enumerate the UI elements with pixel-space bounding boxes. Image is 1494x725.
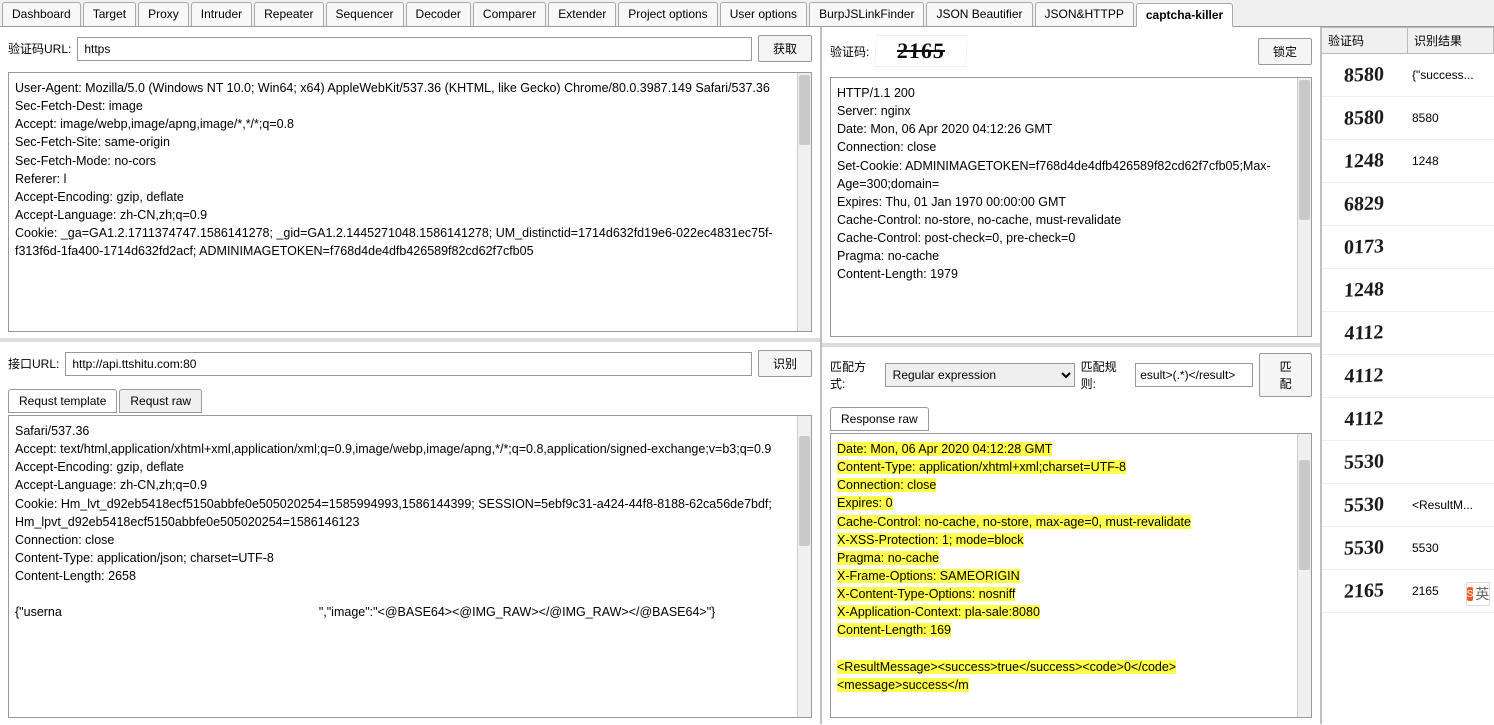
scrollbar[interactable] (797, 416, 811, 717)
result-row[interactable]: 1248 (1322, 269, 1494, 312)
result-captcha-image: 2165 (1322, 570, 1406, 613)
result-captcha-image: 5530 (1322, 441, 1406, 484)
results-col-captcha[interactable]: 验证码 (1322, 28, 1408, 53)
match-rule-label: 匹配规则: (1081, 358, 1130, 392)
identify-button[interactable]: 识别 (758, 350, 812, 377)
result-text: 5530 (1408, 539, 1494, 557)
top-tab-project-options[interactable]: Project options (618, 2, 717, 26)
ime-indicator: S英 (1466, 582, 1490, 606)
top-tab-proxy[interactable]: Proxy (138, 2, 189, 26)
captcha-url-label: 验证码URL: (8, 40, 71, 57)
result-captcha-image: 4112 (1322, 398, 1406, 441)
response-raw-tab[interactable]: Response raw (830, 407, 929, 431)
top-tab-sequencer[interactable]: Sequencer (326, 2, 404, 26)
result-row[interactable]: 0173 (1322, 226, 1494, 269)
result-row[interactable]: 12481248 (1322, 140, 1494, 183)
result-row[interactable]: 55305530 (1322, 527, 1494, 570)
match-mode-label: 匹配方式: (830, 358, 879, 392)
top-tab-json-beautifier[interactable]: JSON Beautifier (926, 2, 1032, 26)
request-headers-text[interactable]: User-Agent: Mozilla/5.0 (Windows NT 10.0… (9, 73, 797, 331)
result-captcha-image: 1248 (1322, 140, 1406, 183)
top-tab-burpjslinkfinder[interactable]: BurpJSLinkFinder (809, 2, 924, 26)
result-text (1408, 417, 1494, 421)
scrollbar[interactable] (797, 73, 811, 331)
result-captcha-image: 1248 (1322, 269, 1406, 312)
result-row[interactable]: 85808580 (1322, 97, 1494, 140)
captcha-url-input[interactable] (77, 37, 752, 61)
result-captcha-image: 5530 (1322, 484, 1406, 527)
results-col-result[interactable]: 识别结果 (1408, 28, 1494, 53)
top-tab-captcha-killer[interactable]: captcha-killer (1136, 3, 1233, 27)
result-text (1408, 245, 1494, 249)
top-tab-decoder[interactable]: Decoder (406, 2, 471, 26)
result-text (1408, 374, 1494, 378)
top-tab-dashboard[interactable]: Dashboard (2, 2, 81, 26)
result-text (1408, 460, 1494, 464)
result-captcha-image: 8580 (1322, 54, 1406, 97)
result-row[interactable]: 5530<ResultM... (1322, 484, 1494, 527)
scrollbar[interactable] (1297, 78, 1311, 336)
scrollbar[interactable] (1297, 434, 1311, 717)
result-captcha-image: 5530 (1322, 527, 1406, 570)
result-captcha-image: 8580 (1322, 97, 1406, 140)
result-captcha-image: 0173 (1322, 226, 1406, 269)
request-template-text[interactable]: Safari/537.36 Accept: text/html,applicat… (9, 416, 797, 717)
lock-button[interactable]: 锁定 (1258, 38, 1312, 65)
result-text: 8580 (1408, 109, 1494, 127)
top-tab-comparer[interactable]: Comparer (473, 2, 546, 26)
result-captcha-image: 6829 (1322, 183, 1406, 226)
result-text: 1248 (1408, 152, 1494, 170)
top-tab-user-options[interactable]: User options (720, 2, 807, 26)
request-tab-1[interactable]: Requst raw (119, 389, 202, 413)
fetch-button[interactable]: 获取 (758, 35, 812, 62)
result-row[interactable]: 8580{"success... (1322, 54, 1494, 97)
match-rule-input[interactable] (1135, 363, 1253, 387)
response-raw-text[interactable]: HTTP/1.1 200 Server: nginx Date: Mon, 06… (831, 78, 1297, 336)
result-row[interactable]: 5530 (1322, 441, 1494, 484)
top-tab-extender[interactable]: Extender (548, 2, 616, 26)
response-highlighted-text[interactable]: Date: Mon, 06 Apr 2020 04:12:28 GMTConte… (831, 434, 1297, 717)
result-text (1408, 331, 1494, 335)
result-captcha-image: 4112 (1322, 355, 1406, 398)
top-tab-target[interactable]: Target (83, 2, 136, 26)
match-mode-select[interactable]: Regular expression (885, 363, 1075, 387)
top-tab-intruder[interactable]: Intruder (191, 2, 252, 26)
request-tab-0[interactable]: Requst template (8, 389, 117, 413)
result-row[interactable]: 4112 (1322, 398, 1494, 441)
result-text (1408, 202, 1494, 206)
result-text: <ResultM... (1408, 496, 1494, 514)
captcha-display-label: 验证码: (830, 43, 869, 60)
result-text (1408, 288, 1494, 292)
api-url-label: 接口URL: (8, 355, 59, 372)
result-captcha-image: 4112 (1322, 312, 1406, 355)
result-text: {"success... (1408, 66, 1494, 84)
result-row[interactable]: 4112 (1322, 312, 1494, 355)
api-url-input[interactable] (65, 352, 752, 376)
top-tab-repeater[interactable]: Repeater (254, 2, 323, 26)
captcha-image: 2165 (875, 35, 967, 67)
result-row[interactable]: 6829 (1322, 183, 1494, 226)
result-row[interactable]: 4112 (1322, 355, 1494, 398)
match-button[interactable]: 匹配 (1259, 353, 1312, 397)
top-tab-json-httpp[interactable]: JSON&HTTPP (1035, 2, 1134, 26)
